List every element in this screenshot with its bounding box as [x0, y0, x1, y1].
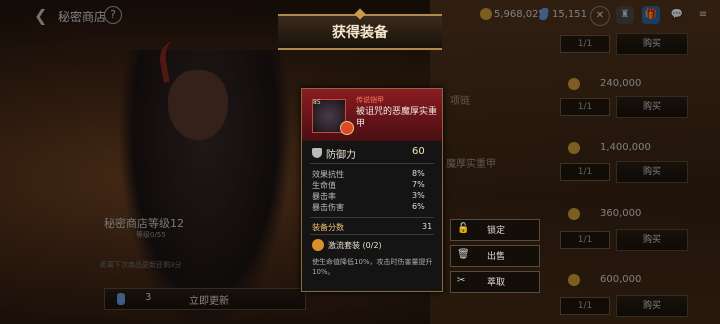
item-level: 85 — [313, 99, 321, 106]
sub-stat-value: 3% — [412, 191, 425, 200]
sell-button[interactable]: 🗑 出售 — [450, 245, 540, 267]
extract-icon: ✂ — [457, 275, 466, 286]
divider — [310, 163, 434, 164]
dialog-title: 获得装备 — [332, 25, 388, 41]
lock-icon: 🔓 — [457, 223, 470, 234]
sub-stat-label: 效果抗性 — [312, 170, 344, 179]
set-icon — [340, 121, 354, 135]
dialog-banner: 获得装备 — [278, 8, 442, 50]
item-name: 被诅咒的恶魔厚实重甲 — [356, 107, 438, 129]
sell-label: 出售 — [487, 252, 506, 262]
item-rarity: 传说铠甲 — [356, 96, 384, 104]
shield-icon — [312, 148, 322, 158]
gear-score-value: 31 — [422, 222, 433, 231]
set-description: 使生命值降低10%，攻击时伤害量提升10%。 — [312, 258, 433, 276]
sub-stat-value: 8% — [412, 169, 425, 178]
divider — [310, 217, 434, 218]
sub-stat-value: 7% — [412, 180, 425, 189]
sub-stat-value: 6% — [412, 202, 425, 211]
lock-button[interactable]: 🔓 锁定 — [450, 219, 540, 241]
divider — [310, 234, 434, 235]
lock-label: 锁定 — [487, 226, 506, 236]
item-card: 85 传说铠甲 被诅咒的恶魔厚实重甲 防御力 60 效果抗性 8% 生命值 7%… — [301, 88, 443, 292]
main-stat-value: 60 — [412, 146, 425, 157]
sub-stat-label: 生命值 — [312, 181, 336, 190]
set-bonus-icon — [312, 239, 324, 251]
set-name: 激流套装 (0/2) — [328, 241, 382, 250]
extract-label: 萃取 — [487, 278, 506, 288]
extract-button[interactable]: ✂ 萃取 — [450, 271, 540, 293]
gear-score-label: 装备分数 — [312, 223, 344, 232]
sub-stat-label: 暴击率 — [312, 192, 336, 201]
main-stat-label: 防御力 — [326, 150, 356, 161]
sub-stat-label: 暴击伤害 — [312, 203, 344, 212]
trash-icon: 🗑 — [457, 249, 470, 260]
